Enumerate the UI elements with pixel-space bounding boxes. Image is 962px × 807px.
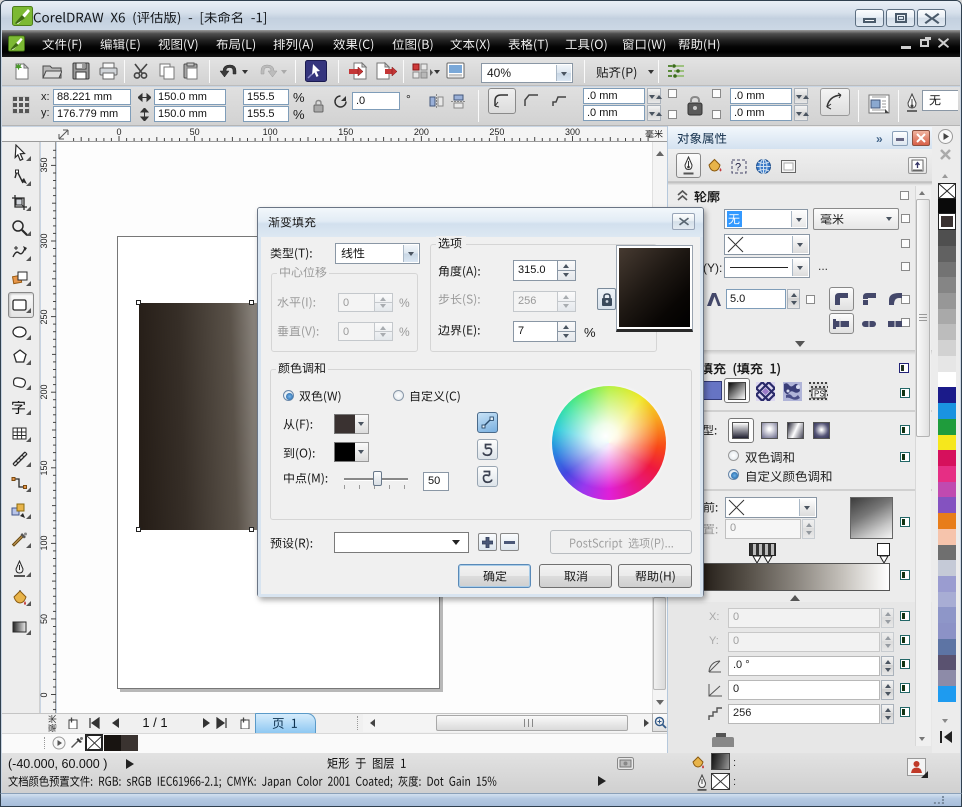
svg-text:?: ? (735, 162, 741, 174)
svg-text:PS: PS (814, 390, 825, 399)
